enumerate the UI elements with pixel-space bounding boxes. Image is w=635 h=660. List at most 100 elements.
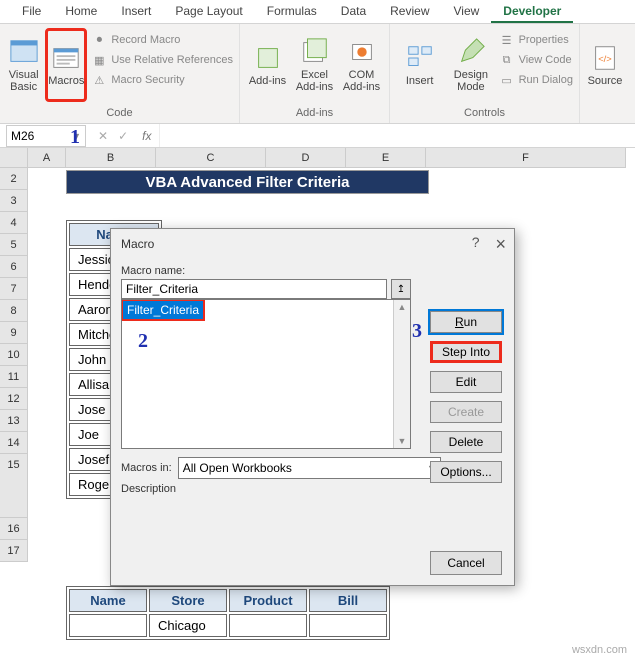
criteria-table: NameStoreProductBill Chicago	[66, 586, 390, 640]
criteria-cell[interactable]	[69, 614, 147, 637]
source-icon: </>	[590, 43, 620, 73]
macro-name-input[interactable]: Filter_Criteria	[121, 279, 387, 299]
macros-icon	[51, 43, 81, 73]
tab-formulas[interactable]: Formulas	[255, 0, 329, 23]
criteria-header: Bill	[309, 589, 387, 612]
group-addins-label: Add-ins	[246, 107, 383, 121]
macro-list[interactable]: Filter_Criteria ▲▼	[121, 299, 411, 449]
row-header-6[interactable]: 6	[0, 256, 28, 278]
row-header-16[interactable]: 16	[0, 518, 28, 540]
macro-security-button[interactable]: ⚠Macro Security	[91, 72, 233, 88]
row-header-11[interactable]: 11	[0, 366, 28, 388]
record-icon: ⏺	[91, 32, 107, 48]
col-header-C[interactable]: C	[156, 148, 266, 168]
tab-data[interactable]: Data	[329, 0, 378, 23]
criteria-cell[interactable]	[309, 614, 387, 637]
criteria-header: Store	[149, 589, 227, 612]
col-header-E[interactable]: E	[346, 148, 426, 168]
formula-input[interactable]	[159, 124, 635, 147]
svg-text:</>: </>	[598, 54, 612, 64]
row-header-13[interactable]: 13	[0, 410, 28, 432]
delete-button[interactable]: Delete	[430, 431, 502, 453]
cancel-formula-icon[interactable]: ✕	[98, 129, 108, 143]
view-code-button[interactable]: ⧉View Code	[499, 52, 573, 68]
formula-bar: M26 ▼ ✕ ✓ fx	[0, 124, 635, 148]
dialog-title: Macro	[121, 237, 154, 251]
row-header-5[interactable]: 5	[0, 234, 28, 256]
close-icon[interactable]: ×	[495, 234, 506, 255]
help-icon[interactable]: ?	[472, 234, 480, 255]
row-header-2[interactable]: 2	[0, 168, 28, 190]
criteria-header: Name	[69, 589, 147, 612]
design-icon	[456, 37, 486, 67]
row-header-15[interactable]: 15	[0, 454, 28, 518]
macro-list-item-selected[interactable]: Filter_Criteria	[122, 300, 204, 320]
list-scrollbar[interactable]: ▲▼	[393, 300, 410, 448]
row-header-9[interactable]: 9	[0, 322, 28, 344]
scroll-down-icon[interactable]: ▼	[398, 436, 407, 446]
step-into-button[interactable]: Step Into	[430, 341, 502, 363]
macros-in-label: Macros in:	[121, 462, 172, 474]
dialog-titlebar[interactable]: Macro ? ×	[111, 229, 514, 259]
design-mode-button[interactable]: Design Mode	[447, 28, 494, 102]
addins-icon	[253, 43, 283, 73]
row-header-10[interactable]: 10	[0, 344, 28, 366]
select-all-corner[interactable]	[0, 148, 28, 168]
use-relative-button[interactable]: ▦Use Relative References	[91, 52, 233, 68]
tab-page-layout[interactable]: Page Layout	[163, 0, 254, 23]
macro-name-collapse-icon[interactable]: ↥	[391, 279, 411, 299]
col-header-D[interactable]: D	[266, 148, 346, 168]
macro-dialog: Macro ? × Macro name: Filter_Criteria ↥ …	[110, 228, 515, 586]
scroll-up-icon[interactable]: ▲	[398, 302, 407, 312]
criteria-cell[interactable]: Chicago	[149, 614, 227, 637]
options-button[interactable]: Options...	[430, 461, 502, 483]
criteria-header: Product	[229, 589, 307, 612]
enter-formula-icon[interactable]: ✓	[118, 129, 128, 143]
record-macro-button[interactable]: ⏺Record Macro	[91, 32, 233, 48]
addins-button[interactable]: Add-ins	[246, 28, 289, 102]
excel-addins-icon	[300, 37, 330, 67]
tab-home[interactable]: Home	[53, 0, 109, 23]
run-dialog-button[interactable]: ▭Run Dialog	[499, 72, 573, 88]
row-header-4[interactable]: 4	[0, 212, 28, 234]
macro-name-label: Macro name:	[121, 265, 504, 277]
row-header-7[interactable]: 7	[0, 278, 28, 300]
rundialog-icon: ▭	[499, 72, 515, 88]
col-header-F[interactable]: F	[426, 148, 626, 168]
com-addins-button[interactable]: COM Add-ins	[340, 28, 383, 102]
col-header-A[interactable]: A	[28, 148, 66, 168]
tab-file[interactable]: File	[10, 0, 53, 23]
tab-view[interactable]: View	[442, 0, 492, 23]
insert-control-button[interactable]: Insert	[396, 28, 443, 102]
tab-developer[interactable]: Developer	[491, 0, 573, 23]
ribbon: Visual Basic Macros ⏺Record Macro ▦Use R…	[0, 24, 635, 124]
group-code: Visual Basic Macros ⏺Record Macro ▦Use R…	[0, 24, 240, 123]
edit-button[interactable]: Edit	[430, 371, 502, 393]
tab-review[interactable]: Review	[378, 0, 441, 23]
macros-button[interactable]: Macros	[45, 28, 87, 102]
vb-icon	[9, 37, 39, 67]
group-controls-label: Controls	[396, 107, 573, 121]
properties-button[interactable]: ☰Properties	[499, 32, 573, 48]
com-addins-icon	[347, 37, 377, 67]
cancel-button[interactable]: Cancel	[430, 551, 502, 575]
row-header-12[interactable]: 12	[0, 388, 28, 410]
group-controls: Insert Design Mode ☰Properties ⧉View Cod…	[390, 24, 580, 123]
row-header-17[interactable]: 17	[0, 540, 28, 562]
excel-addins-button[interactable]: Excel Add-ins	[293, 28, 336, 102]
visual-basic-button[interactable]: Visual Basic	[6, 28, 41, 102]
macros-in-select[interactable]: All Open Workbooks ▼	[178, 457, 441, 479]
description-label: Description	[121, 483, 504, 495]
run-button[interactable]: Run	[430, 311, 502, 333]
annotation-1: 1	[70, 126, 80, 149]
col-header-B[interactable]: B	[66, 148, 156, 168]
relative-icon: ▦	[91, 52, 107, 68]
row-header-8[interactable]: 8	[0, 300, 28, 322]
source-button[interactable]: </> Source	[586, 28, 624, 102]
criteria-cell[interactable]	[229, 614, 307, 637]
tab-insert[interactable]: Insert	[109, 0, 163, 23]
fx-icon[interactable]: fx	[134, 129, 159, 143]
row-header-3[interactable]: 3	[0, 190, 28, 212]
row-header-14[interactable]: 14	[0, 432, 28, 454]
viewcode-icon: ⧉	[499, 52, 515, 68]
